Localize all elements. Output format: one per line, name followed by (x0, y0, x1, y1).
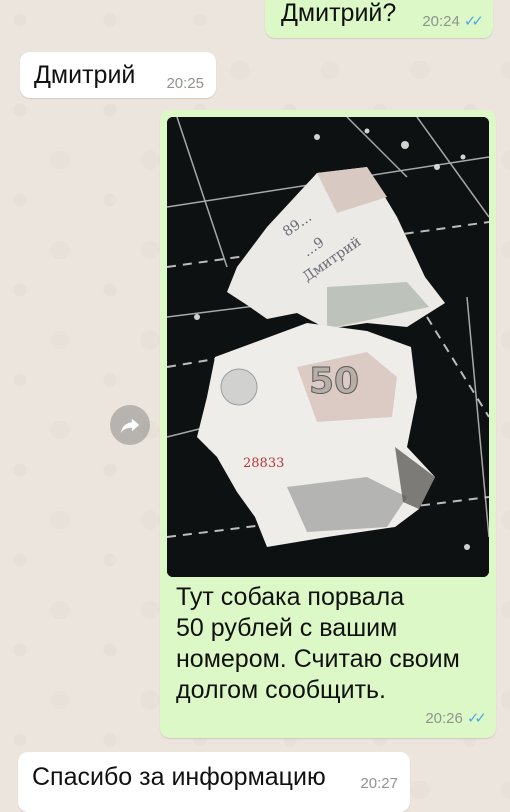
double-check-icon: ✓✓ (466, 710, 487, 727)
message-text: Дмитрий? (281, 0, 397, 27)
torn-banknote-image: 89... ...9 Дмитрий 50 28833 (167, 117, 489, 577)
message-incoming[interactable]: Спасибо за информацию 20:27 (18, 752, 410, 812)
message-meta: 20:26 ✓✓ (425, 709, 487, 728)
message-incoming[interactable]: Дмитрий 20:25 (20, 52, 216, 98)
message-text: Дмитрий (34, 61, 136, 89)
message-outgoing[interactable]: Дмитрий? 20:24 ✓✓ (265, 0, 493, 38)
message-time: 20:25 (166, 75, 204, 92)
message-time: 20:26 (425, 710, 463, 727)
banknote-denomination: 50 (309, 361, 359, 402)
forward-arrow-icon (120, 418, 140, 434)
message-meta: 20:24 ✓✓ (422, 12, 484, 31)
message-time: 20:27 (360, 775, 398, 792)
message-text: Спасибо за информацию (32, 763, 326, 791)
double-check-icon: ✓✓ (463, 13, 484, 30)
photo-attachment[interactable]: 89... ...9 Дмитрий 50 28833 (167, 117, 489, 577)
message-outgoing-photo[interactable]: 89... ...9 Дмитрий 50 28833 Тут собака п… (160, 110, 496, 738)
banknote-serial: 28833 (243, 456, 284, 471)
forward-button[interactable] (110, 405, 150, 445)
message-time: 20:24 (422, 13, 460, 30)
message-text: Тут собака порвала 50 рублей с вашим ном… (176, 583, 460, 704)
